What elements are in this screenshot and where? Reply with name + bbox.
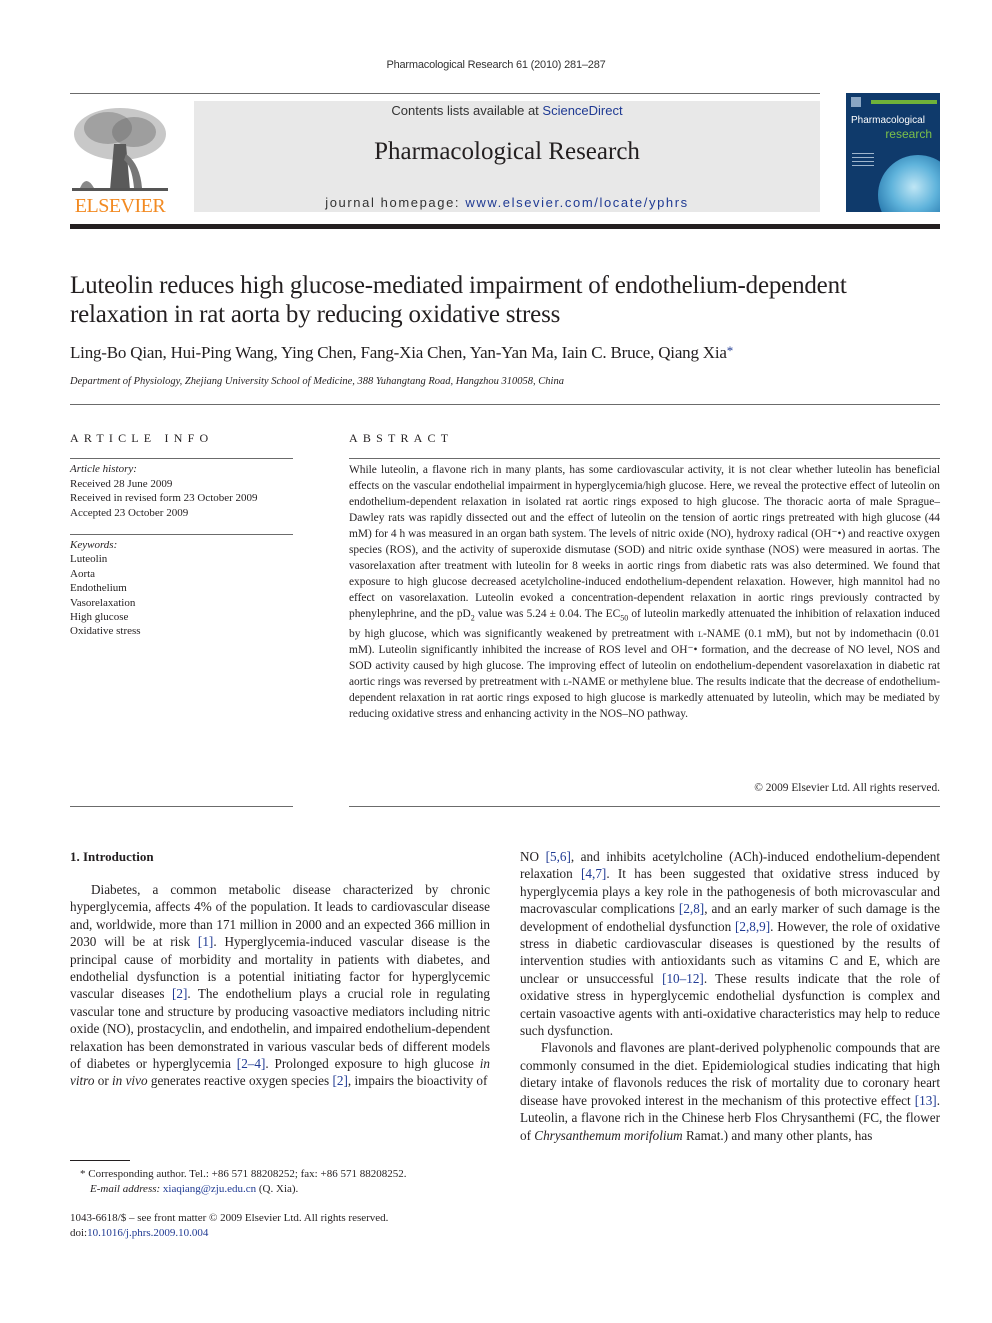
citation-link[interactable]: [2,8] — [679, 901, 704, 916]
history-revised: Received in revised form 23 October 2009 — [70, 492, 258, 505]
article-history: Article history: Received 28 June 2009 R… — [70, 462, 300, 520]
cover-accent-bar — [871, 100, 937, 104]
journal-homepage-link[interactable]: www.elsevier.com/locate/yphrs — [465, 195, 688, 210]
abstract-text: While luteolin, a flavone rich in many p… — [349, 462, 940, 722]
running-head: Pharmacological Research 61 (2010) 281–2… — [386, 59, 606, 71]
article-info-heading: ARTICLE INFO — [70, 431, 214, 445]
keywords-rule — [70, 534, 293, 535]
masthead-divider — [70, 224, 940, 229]
cover-text-lines — [852, 153, 874, 169]
journal-homepage-line: journal homepage: www.elsevier.com/locat… — [194, 195, 820, 210]
footnote-line: * Corresponding author. Tel.: +86 571 88… — [80, 1167, 500, 1182]
abstract-rule — [349, 458, 940, 459]
subscript: 50 — [620, 613, 629, 623]
text: . Prolonged exposure to high glucose — [265, 1056, 480, 1072]
citation-link[interactable]: [2] — [332, 1073, 347, 1088]
email-line: E-mail address: xiaqiang@zju.edu.cn (Q. … — [80, 1182, 500, 1197]
abstract-bottom-rule — [349, 806, 940, 807]
footnote-text: Corresponding author. Tel.: +86 571 8820… — [85, 1168, 407, 1180]
issn-line: 1043-6618/$ – see front matter © 2009 El… — [70, 1212, 389, 1224]
keyword: Luteolin — [70, 553, 108, 566]
citation-link[interactable]: [2–4] — [237, 1056, 266, 1071]
cover-title-2: research — [885, 127, 932, 141]
contents-prefix: Contents lists available at — [391, 103, 543, 118]
doi-prefix: doi: — [70, 1227, 88, 1239]
abstract-segment: While luteolin, a flavone rich in many p… — [349, 464, 940, 620]
paragraph: Flavonols and flavones are plant-derived… — [520, 1039, 940, 1143]
citation-link[interactable]: [2,8,9] — [735, 919, 770, 934]
italic-text: in vivo — [112, 1073, 148, 1089]
cover-title-1: Pharmacological — [851, 115, 925, 126]
paragraph: Diabetes, a common metabolic disease cha… — [70, 881, 490, 1090]
text: Ramat.) and many other plants, has — [682, 1127, 873, 1143]
italic-text: Chrysanthemum morifolium — [534, 1127, 683, 1143]
citation-link[interactable]: [2] — [172, 986, 187, 1001]
article-info-bottom-rule — [70, 806, 293, 807]
keyword: Vasorelaxation — [70, 596, 136, 609]
abstract-heading: ABSTRACT — [349, 431, 454, 445]
paragraph: NO [5,6], and inhibits acetylcholine (AC… — [520, 848, 940, 1039]
affiliation: Department of Physiology, Zhejiang Unive… — [70, 376, 564, 387]
cover-globe-image — [878, 155, 940, 212]
citation-link[interactable]: [10–12] — [662, 971, 704, 986]
journal-name: Pharmacological Research — [374, 138, 640, 165]
history-accepted: Accepted 23 October 2009 — [70, 506, 189, 519]
front-matter: 1043-6618/$ – see front matter © 2009 El… — [70, 1211, 500, 1241]
doi-link[interactable]: 10.1016/j.phrs.2009.10.004 — [87, 1227, 208, 1239]
article-info-rule — [70, 458, 293, 459]
citation-link[interactable]: [1] — [198, 934, 213, 949]
footnote-rule — [70, 1160, 130, 1161]
abstract-segment: value was 5.24 ± 0.04. The EC — [474, 608, 621, 620]
email-suffix: (Q. Xia). — [256, 1182, 299, 1195]
text: generates reactive oxygen species — [147, 1073, 333, 1089]
article-title: Luteolin reduces high glucose-mediated i… — [70, 272, 847, 328]
text: Flavonols and flavones are plant-derived… — [520, 1040, 940, 1108]
corresponding-author-footnote: * Corresponding author. Tel.: +86 571 88… — [80, 1167, 500, 1196]
homepage-prefix: journal homepage: — [325, 195, 466, 210]
keywords-label: Keywords: — [70, 539, 118, 551]
corresponding-author-mark[interactable]: * — [727, 343, 734, 358]
body-column-left: Diabetes, a common metabolic disease cha… — [70, 881, 490, 1090]
elsevier-wordmark: ELSEVIER — [74, 195, 166, 217]
authors-text: Ling-Bo Qian, Hui-Ping Wang, Ying Chen, … — [70, 343, 727, 362]
email-label: E-mail address: — [90, 1182, 161, 1195]
journal-cover-image: Pharmacological research — [846, 93, 940, 212]
contents-line: Contents lists available at ScienceDirec… — [194, 103, 820, 118]
sciencedirect-link[interactable]: ScienceDirect — [542, 103, 622, 118]
text: NO — [520, 849, 546, 864]
keyword: Endothelium — [70, 582, 127, 595]
tree-icon — [72, 108, 168, 191]
journal-masthead: Contents lists available at ScienceDirec… — [194, 101, 820, 212]
section-heading-introduction: 1. Introduction — [70, 849, 154, 864]
affiliation-rule — [70, 404, 940, 405]
email-link[interactable]: xiaqiang@zju.edu.cn — [163, 1183, 256, 1195]
history-received: Received 28 June 2009 — [70, 477, 173, 490]
header-rule — [70, 93, 820, 94]
author-list: Ling-Bo Qian, Hui-Ping Wang, Ying Chen, … — [70, 343, 940, 363]
elsevier-emblem-icon — [851, 97, 861, 107]
doi-line: doi:10.1016/j.phrs.2009.10.004 — [70, 1226, 500, 1241]
abstract-copyright: © 2009 Elsevier Ltd. All rights reserved… — [754, 782, 940, 794]
keyword: Oxidative stress — [70, 625, 141, 638]
keyword: High glucose — [70, 611, 129, 624]
text: or — [94, 1073, 113, 1089]
keywords-list: Keywords: Luteolin Aorta Endothelium Vas… — [70, 538, 300, 639]
body-column-right: NO [5,6], and inhibits acetylcholine (AC… — [520, 848, 940, 1144]
text: , impairs the bioactivity of — [347, 1073, 488, 1089]
citation-link[interactable]: [4,7] — [581, 866, 606, 881]
keyword: Aorta — [70, 567, 96, 580]
citation-link[interactable]: [5,6] — [546, 849, 571, 864]
history-label: Article history: — [70, 463, 137, 475]
citation-link[interactable]: [13] — [915, 1093, 937, 1108]
